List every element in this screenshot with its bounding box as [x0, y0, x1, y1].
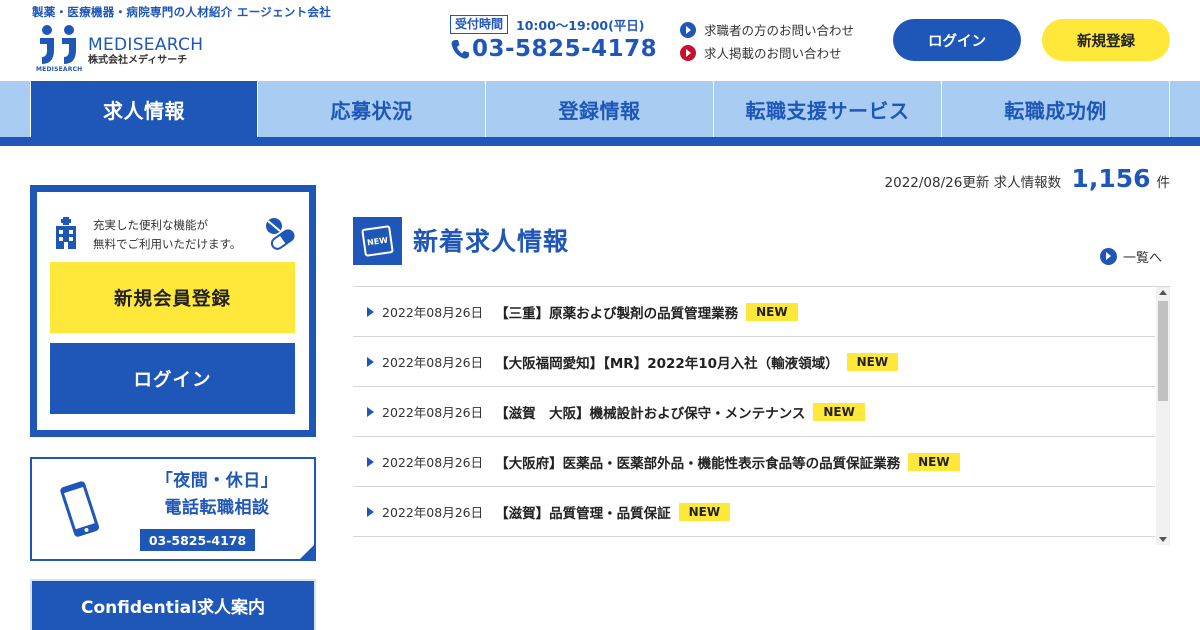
contact-seeker-link[interactable]: 求職者の方のお問い合わせ: [680, 18, 854, 41]
consult-title-line1: 「夜間・休日」: [155, 471, 279, 491]
job-count-info: 2022/08/26更新 求人情報数 1,156 件: [700, 164, 1170, 193]
arrow-circle-icon: [680, 44, 696, 61]
contact-employer-link[interactable]: 求人掲載のお問い合わせ: [680, 41, 854, 64]
new-badge: NEW: [908, 452, 960, 471]
hospital-icon: [56, 217, 76, 249]
contact-links: 求職者の方のお問い合わせ 求人掲載のお問い合わせ: [680, 18, 854, 64]
member-login-button[interactable]: ログイン: [50, 343, 295, 414]
consult-title: 「夜間・休日」 電話転職相談: [127, 468, 307, 522]
view-all-link[interactable]: 一覧へ: [1100, 247, 1162, 266]
hours-badge: 受付時間: [450, 15, 509, 34]
update-date: 2022/08/26更新: [884, 175, 990, 191]
nav-item-application-status[interactable]: 応募状況: [258, 81, 486, 137]
register-button[interactable]: 新規登録: [1042, 19, 1170, 61]
triangle-arrow-icon: [367, 406, 374, 417]
new-jobs-icon: NEW: [353, 217, 402, 265]
member-message-line1: 充実した便利な機能が: [93, 218, 208, 232]
logo-name: MEDISEARCH: [88, 35, 204, 55]
new-badge: NEW: [746, 302, 798, 321]
job-date: 2022年08月26日: [382, 455, 484, 470]
confidential-jobs-button[interactable]: Confidential求人案内: [30, 579, 316, 630]
nav-divider: [0, 137, 1200, 146]
new-icon-label: NEW: [361, 225, 394, 257]
phone-icon: [451, 40, 469, 59]
triangle-arrow-icon: [367, 456, 374, 467]
main-nav: 求人情報 応募状況 登録情報 転職支援サービス 転職成功例: [0, 81, 1200, 137]
scroll-down-arrow-icon[interactable]: [1159, 537, 1167, 542]
tagline: 製薬・医療機器・病院専門の人材紹介 エージェント会社: [32, 5, 332, 19]
triangle-arrow-icon: [367, 306, 374, 317]
job-date: 2022年08月26日: [382, 355, 484, 370]
job-title: 【三重】原薬および製剤の品質管理業務: [495, 305, 739, 322]
scroll-up-arrow-icon[interactable]: [1159, 290, 1167, 295]
section-title: 新着求人情報: [413, 227, 570, 256]
phone-number: 03-5825-4178: [472, 36, 658, 62]
job-date: 2022年08月26日: [382, 505, 484, 520]
arrow-circle-icon: [1100, 248, 1117, 265]
job-title: 【大阪府】医薬品・医薬部外品・機能性表示食品等の品質保証業務: [495, 455, 901, 472]
nav-item-registration-info[interactable]: 登録情報: [486, 81, 714, 137]
new-badge: NEW: [846, 352, 899, 371]
list-item[interactable]: 2022年08月26日 【大阪福岡愛知】【MR】2022年10月入社（輸液領域）…: [353, 337, 1155, 387]
corner-triangle: [300, 545, 314, 559]
member-register-button[interactable]: 新規会員登録: [50, 262, 295, 333]
nav-item-success-stories[interactable]: 転職成功例: [942, 81, 1170, 137]
list-item[interactable]: 2022年08月26日 【滋賀】品質管理・品質保証 NEW: [353, 487, 1155, 537]
contact-employer-label: 求人掲載のお問い合わせ: [704, 46, 842, 61]
job-count-label: 求人情報数: [993, 175, 1062, 191]
member-benefit-message: 充実した便利な機能が 無料でご利用いただけます。: [93, 216, 241, 254]
list-item[interactable]: 2022年08月26日 【滋賀 大阪】機械設計および保守・メンテナンス NEW: [353, 387, 1155, 437]
smartphone-icon: [60, 481, 100, 537]
login-button[interactable]: ログイン: [893, 19, 1021, 61]
logo-company-name: 株式会社メディサーチ: [88, 55, 188, 66]
arrow-circle-icon: [680, 21, 696, 38]
consult-title-line2: 電話転職相談: [164, 498, 270, 518]
contact-seeker-label: 求職者の方のお問い合わせ: [704, 23, 855, 38]
consult-phone-number: 03-5825-4178: [140, 529, 255, 551]
phone-number-link[interactable]: 03-5825-4178: [450, 36, 657, 62]
new-badge: NEW: [813, 402, 865, 421]
triangle-arrow-icon: [367, 356, 374, 367]
nav-item-career-support[interactable]: 転職支援サービス: [714, 81, 942, 137]
job-date: 2022年08月26日: [382, 305, 484, 320]
job-count-value: 1,156: [1071, 164, 1151, 193]
job-title: 【大阪福岡愛知】【MR】2022年10月入社（輸液領域）: [495, 355, 839, 372]
member-message-line2: 無料でご利用いただけます。: [93, 237, 242, 251]
night-holiday-consult-banner[interactable]: 「夜間・休日」 電話転職相談 03-5825-4178: [30, 457, 316, 561]
logo-mini-text: MEDISEARCH: [36, 66, 83, 73]
nav-item-job-info[interactable]: 求人情報: [30, 81, 258, 137]
hours-value: 10:00〜19:00(平日): [516, 18, 645, 33]
business-hours: 受付時間 10:00〜19:00(平日): [450, 15, 645, 34]
view-all-label: 一覧へ: [1123, 251, 1163, 266]
job-title: 【滋賀】品質管理・品質保証: [495, 505, 671, 522]
new-job-list: 2022年08月26日 【三重】原薬および製剤の品質管理業務 NEW 2022年…: [353, 286, 1170, 545]
job-title: 【滋賀 大阪】機械設計および保守・メンテナンス: [495, 405, 806, 422]
list-item[interactable]: 2022年08月26日 【大阪府】医薬品・医薬部外品・機能性表示食品等の品質保証…: [353, 437, 1155, 487]
job-count-unit: 件: [1156, 175, 1171, 191]
medisearch-logo-icon: MEDISEARCH: [36, 24, 82, 74]
list-item[interactable]: 2022年08月26日 【三重】原薬および製剤の品質管理業務 NEW: [353, 287, 1155, 337]
triangle-arrow-icon: [367, 506, 374, 517]
site-logo[interactable]: MEDISEARCH MEDISEARCH 株式会社メディサーチ: [36, 24, 203, 74]
job-date: 2022年08月26日: [382, 405, 484, 420]
site-header: 製薬・医療機器・病院専門の人材紹介 エージェント会社 MEDISEARCH ME…: [0, 0, 1200, 81]
pill-icon: [266, 218, 295, 250]
new-badge: NEW: [678, 502, 731, 521]
scroll-thumb[interactable]: [1158, 301, 1168, 401]
list-scrollbar[interactable]: [1156, 287, 1170, 545]
